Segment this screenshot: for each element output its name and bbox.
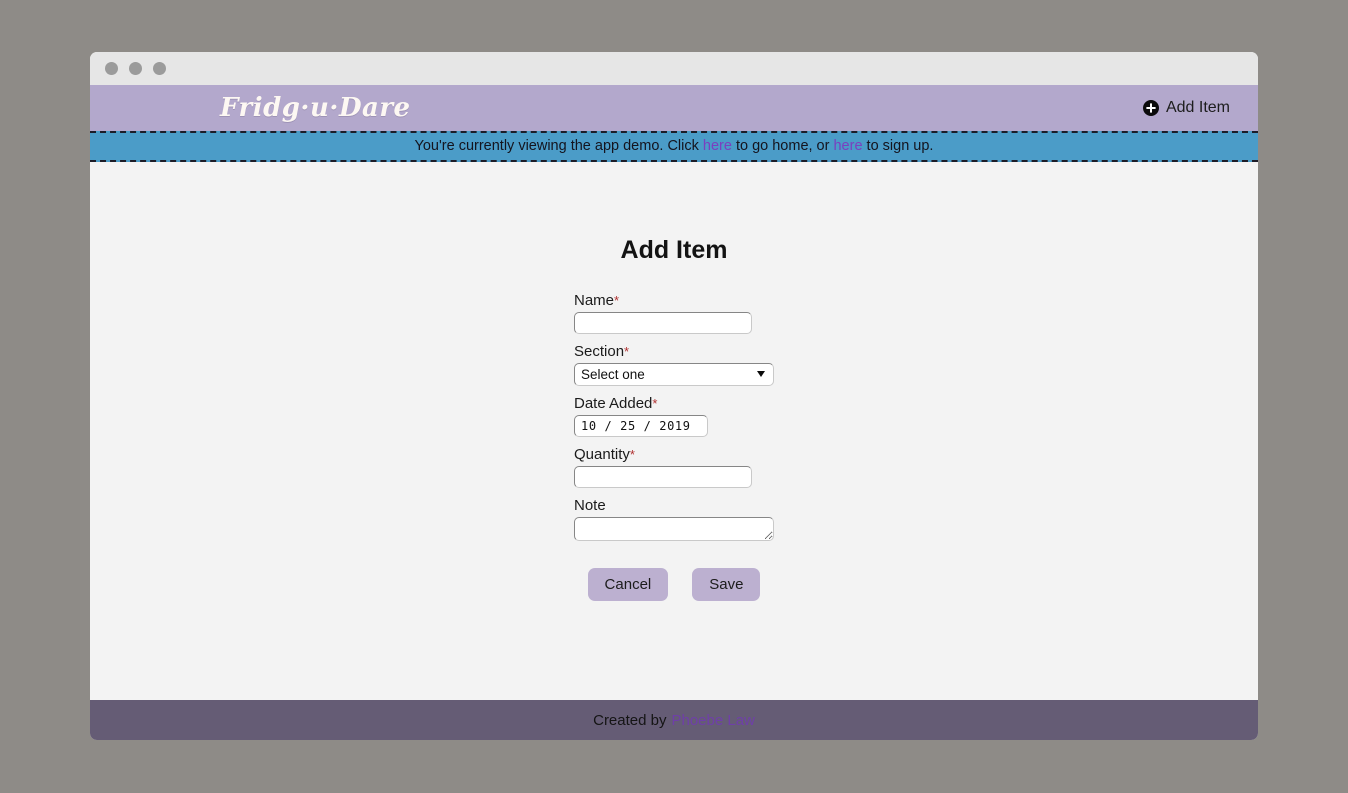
date-added-label-text: Date Added [574, 395, 653, 412]
required-marker: * [624, 344, 630, 359]
date-added-label: Date Added* [574, 395, 774, 413]
save-button[interactable]: Save [692, 568, 761, 601]
required-marker: * [629, 447, 635, 462]
quantity-input[interactable] [574, 466, 752, 488]
name-label-text: Name [574, 292, 615, 309]
note-textarea[interactable] [574, 517, 774, 541]
name-input[interactable] [574, 312, 752, 334]
browser-window: Fridg·u·Dare Add Item You're currently v… [90, 52, 1258, 740]
section-select[interactable]: Select one [574, 363, 774, 386]
main-content: Add Item Name* Section* Select one Date … [90, 162, 1258, 700]
footer-text: Created by [593, 711, 667, 729]
quantity-label-text: Quantity [574, 446, 630, 463]
quantity-label: Quantity* [574, 446, 774, 464]
footer-author-link[interactable]: Phoebe Law [671, 712, 754, 729]
add-item-button[interactable]: Add Item [1142, 99, 1230, 117]
add-item-label: Add Item [1165, 99, 1230, 116]
field-section: Section* Select one [574, 343, 774, 386]
banner-home-link[interactable]: here [703, 138, 732, 154]
demo-banner: You're currently viewing the app demo. C… [90, 131, 1258, 162]
window-titlebar [90, 52, 1258, 85]
banner-text-after: to sign up. [866, 138, 934, 154]
plus-circle-icon [1142, 100, 1159, 116]
app-header: Fridg·u·Dare Add Item [90, 85, 1258, 131]
required-marker: * [652, 396, 658, 411]
section-select-wrapper: Select one [574, 363, 774, 386]
window-maximize-button[interactable] [153, 62, 166, 75]
form-actions: Cancel Save [574, 550, 774, 601]
banner-text-middle: to go home, or [735, 138, 830, 154]
section-label: Section* [574, 343, 774, 361]
add-item-form: Name* Section* Select one Date Added* 10… [574, 265, 774, 601]
name-label: Name* [574, 292, 774, 310]
field-name: Name* [574, 292, 774, 334]
field-quantity: Quantity* [574, 446, 774, 488]
note-label: Note [574, 497, 606, 514]
window-minimize-button[interactable] [129, 62, 142, 75]
banner-signup-link[interactable]: here [833, 138, 862, 154]
banner-text-before: You're currently viewing the app demo. C… [414, 138, 699, 154]
date-added-input[interactable] [574, 415, 708, 437]
field-date-added: Date Added* [574, 395, 774, 437]
field-note: Note [574, 497, 774, 541]
page-footer: Created by Phoebe Law [90, 700, 1258, 740]
required-marker: * [614, 293, 620, 308]
page-title: Add Item [620, 236, 728, 264]
cancel-button[interactable]: Cancel [587, 568, 669, 601]
app-logo[interactable]: Fridg·u·Dare [220, 93, 411, 123]
section-label-text: Section [574, 343, 625, 360]
window-close-button[interactable] [105, 62, 118, 75]
